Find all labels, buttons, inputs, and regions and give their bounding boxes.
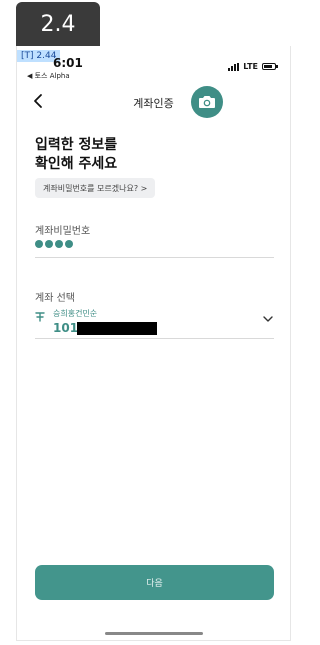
camera-button[interactable] — [191, 86, 223, 118]
network-label: LTE — [243, 62, 258, 71]
pin-dot — [55, 240, 63, 248]
headline-line-2: 확인해 주세요 — [35, 156, 118, 172]
back-to-app-link[interactable]: ◀ 토스 Alpha — [27, 71, 70, 81]
phone-screen: [T] 2.44 6:01 ◀ 토스 Alpha LTE 계좌인증 입력한 정보… — [16, 46, 291, 641]
home-indicator — [105, 632, 203, 635]
masked-account-digits — [77, 322, 157, 335]
status-time: 6:01 — [53, 56, 83, 70]
signal-icon — [228, 62, 240, 71]
camera-icon — [199, 96, 215, 108]
pin-dot — [45, 240, 53, 248]
account-holder-name: 승희홍건민순 — [53, 309, 98, 318]
forgot-password-chip[interactable]: 계좌비밀번호를 모르겠나요? > — [35, 178, 156, 198]
step-label: 2.4 — [40, 11, 76, 37]
page-title: 계좌인증 — [133, 97, 174, 110]
step-badge: 2.4 — [16, 2, 100, 46]
password-input[interactable] — [35, 240, 73, 248]
headline-line-1: 입력한 정보를 — [35, 137, 118, 153]
bank-logo-icon — [35, 312, 45, 322]
battery-icon — [262, 63, 278, 70]
account-underline — [35, 338, 274, 339]
chevron-down-icon — [263, 316, 273, 322]
account-select[interactable]: 승희홍건민순 101- — [35, 304, 274, 338]
headline: 입력한 정보를 확인해 주세요 — [35, 136, 117, 174]
pin-dot — [35, 240, 43, 248]
password-underline — [35, 257, 274, 258]
next-button[interactable]: 다음 — [35, 565, 274, 600]
account-select-label: 계좌 선택 — [35, 293, 75, 304]
password-label: 계좌비밀번호 — [35, 226, 91, 237]
status-indicators: LTE — [228, 62, 278, 71]
pin-dot — [65, 240, 73, 248]
